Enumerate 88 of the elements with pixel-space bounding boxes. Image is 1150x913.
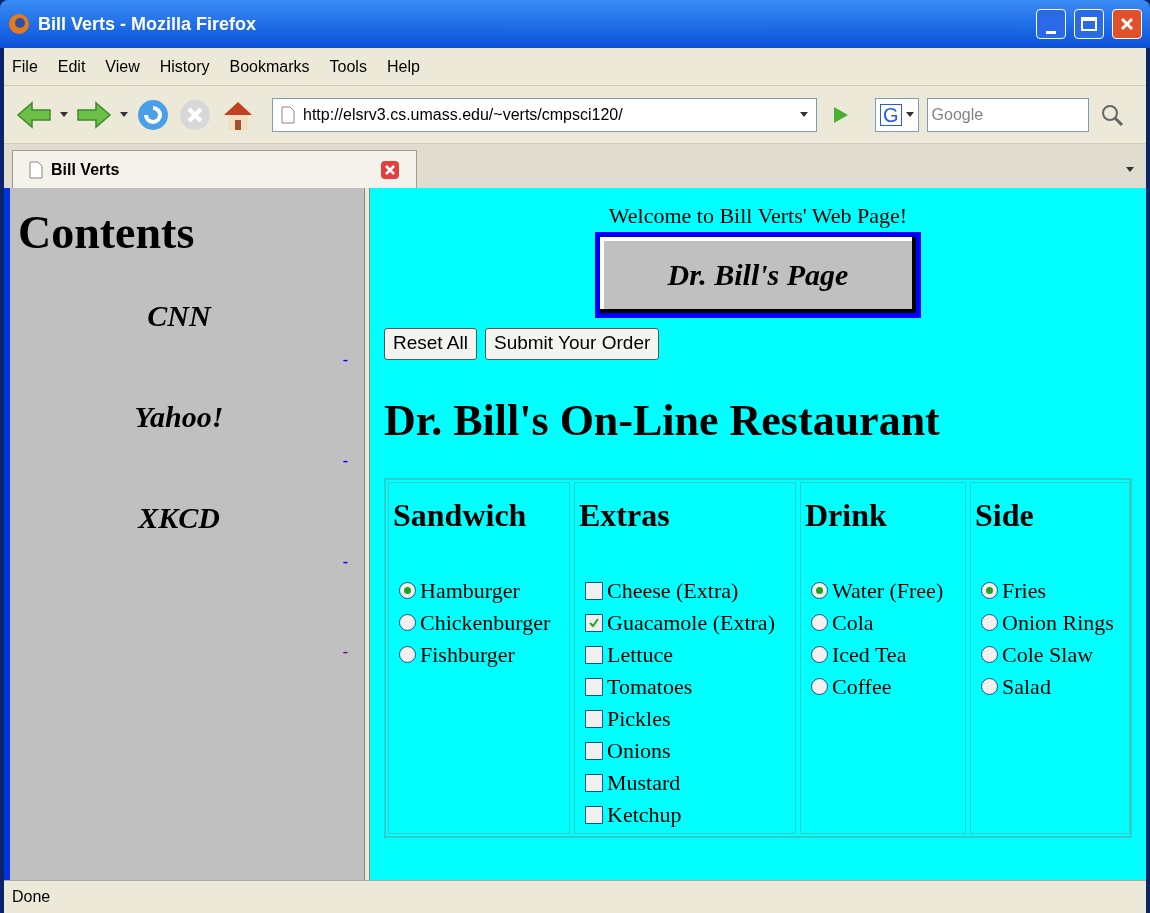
radio-button[interactable]	[981, 646, 998, 663]
option-label: Ketchup	[607, 801, 682, 829]
option-label: Guacamole (Extra)	[607, 609, 775, 637]
banner-button[interactable]: Dr. Bill's Page	[595, 231, 921, 318]
menu-item[interactable]: History	[159, 54, 210, 79]
checkbox[interactable]	[585, 645, 603, 664]
option-label: Mustard	[607, 769, 681, 797]
link-mark[interactable]: -	[342, 554, 348, 570]
close-icon	[1119, 16, 1135, 32]
status-text: Done	[12, 887, 51, 907]
menu-item[interactable]: Bookmarks	[229, 54, 310, 79]
link-mark[interactable]: -	[342, 644, 348, 660]
maximize-button[interactable]	[1074, 9, 1104, 39]
radio-button[interactable]	[811, 582, 828, 599]
option-label: Salad	[1002, 673, 1051, 701]
column-heading: Side	[975, 495, 1035, 535]
tab-list-caret-icon[interactable]	[1126, 167, 1134, 172]
menu-item[interactable]: View	[105, 54, 140, 79]
close-button[interactable]	[1112, 9, 1142, 39]
option-label: Fries	[1002, 577, 1046, 605]
sidebar-heading: Contents	[17, 206, 196, 260]
forward-arrow-icon[interactable]	[76, 99, 112, 130]
tab-label: Bill Verts	[51, 159, 121, 180]
checkbox[interactable]	[585, 773, 603, 792]
checkbox[interactable]	[585, 805, 603, 824]
checkmark-icon	[588, 616, 600, 629]
radio-button[interactable]	[981, 582, 998, 599]
radio-button[interactable]	[399, 582, 416, 599]
radio-button[interactable]	[981, 678, 998, 695]
close-tab-icon[interactable]	[380, 159, 400, 180]
menu-item[interactable]: Edit	[57, 54, 86, 79]
search-field[interactable]: Google	[926, 97, 1089, 132]
caret-icon	[905, 112, 914, 117]
checkbox[interactable]	[585, 677, 603, 696]
reload-icon[interactable]	[136, 97, 170, 132]
minimize-button[interactable]	[1036, 9, 1066, 39]
welcome-text: Welcome to Bill Verts' Web Page!	[608, 202, 908, 230]
radio-button[interactable]	[399, 614, 416, 631]
checkbox[interactable]	[585, 741, 603, 760]
back-arrow-icon[interactable]	[16, 99, 52, 130]
checkbox[interactable]	[585, 581, 603, 600]
engine-letter: G	[880, 103, 902, 126]
sidebar-link[interactable]: XKCD	[138, 495, 220, 540]
option-label: Cole Slaw	[1002, 641, 1094, 669]
page-heading: Dr. Bill's On-Line Restaurant	[384, 394, 941, 447]
option-label: Hamburger	[420, 577, 520, 605]
radio-button[interactable]	[811, 614, 828, 631]
option-label: Tomatoes	[607, 673, 693, 701]
column-heading: Sandwich	[393, 495, 528, 535]
link-mark[interactable]: -	[342, 352, 348, 368]
address-text: http://elsrv3.cs.umass.edu/~verts/cmpsci120/	[303, 104, 624, 125]
menu-item[interactable]: Help	[386, 54, 420, 79]
window-title: Bill Verts - Mozilla Firefox	[38, 12, 258, 36]
radio-button[interactable]	[811, 678, 828, 695]
form-button[interactable]: Reset All	[384, 327, 477, 360]
search-engine-button[interactable]: G	[875, 97, 919, 132]
link-mark[interactable]: -	[342, 453, 348, 469]
address-field[interactable]: http://elsrv3.cs.umass.edu/~verts/cmpsci120/	[272, 97, 817, 132]
checkbox[interactable]	[585, 613, 603, 632]
checkbox[interactable]	[585, 709, 603, 728]
option-label: Cola	[832, 609, 874, 637]
menu-item[interactable]: Tools	[329, 54, 367, 79]
option-label: Lettuce	[607, 641, 673, 669]
caret-icon[interactable]	[60, 112, 68, 117]
option-label: Coffee	[832, 673, 892, 701]
option-label: Fishburger	[420, 641, 515, 669]
browser-tab[interactable]: Bill Verts	[12, 150, 417, 188]
option-label: Water (Free)	[832, 577, 944, 605]
caret-icon[interactable]	[120, 112, 128, 117]
page-icon	[281, 105, 295, 124]
option-label: Onions	[607, 737, 671, 765]
column-heading: Extras	[579, 495, 671, 535]
option-label: Iced Tea	[832, 641, 907, 669]
option-label: Pickles	[607, 705, 671, 733]
dropdown-caret-icon[interactable]	[800, 112, 808, 117]
browser-logo-icon	[8, 13, 30, 35]
sidebar-link[interactable]: Yahoo!	[134, 394, 224, 439]
menu-item[interactable]: File	[12, 54, 38, 79]
sidebar-link[interactable]: CNN	[147, 293, 211, 338]
page-icon	[29, 160, 43, 179]
option-label: Onion Rings	[1002, 609, 1114, 637]
option-label: Cheese (Extra)	[607, 577, 739, 605]
radio-button[interactable]	[981, 614, 998, 631]
radio-button[interactable]	[811, 646, 828, 663]
form-button[interactable]: Submit Your Order	[485, 327, 660, 360]
option-label: Chickenburger	[420, 609, 551, 637]
column-heading: Drink	[805, 495, 888, 535]
radio-button[interactable]	[399, 646, 416, 663]
